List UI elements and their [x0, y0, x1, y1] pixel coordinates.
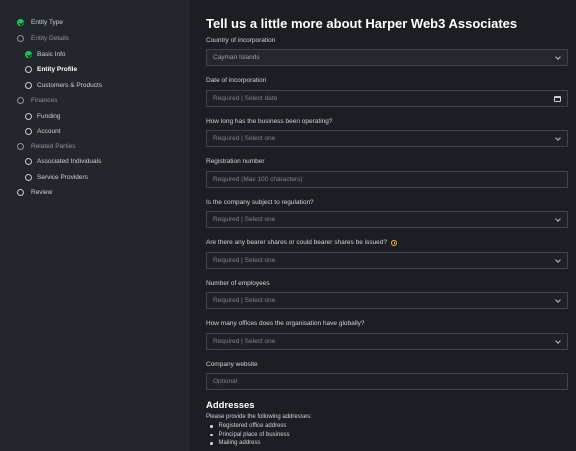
sidebar-section-related-parties[interactable]: Related Parties	[17, 143, 75, 150]
sidebar-nav: Entity Type Entity Details Basic Info En…	[0, 0, 190, 451]
field-label: Company website	[206, 361, 258, 368]
list-item: Mailing address	[210, 439, 290, 448]
addresses-description: Please provide the following addresses:	[206, 414, 312, 420]
sidebar-item-review[interactable]: Review	[17, 189, 52, 196]
select-value: Cayman Islands	[213, 54, 260, 61]
date-of-incorporation-input[interactable]: Required | Select date	[206, 90, 568, 107]
field-label: Number of employees	[206, 280, 270, 287]
sidebar-item-label: Associated Individuals	[37, 158, 102, 165]
info-icon[interactable]	[391, 239, 398, 246]
page-title: Tell us a little more about Harper Web3 …	[206, 16, 518, 31]
circle-icon	[25, 174, 32, 181]
circle-icon	[25, 66, 32, 73]
chevron-down-icon	[555, 256, 561, 263]
sidebar-item-label: Customers & Products	[37, 82, 103, 89]
field-label: How long has the business been operating…	[206, 118, 333, 125]
field-label: Country of incorporation	[206, 37, 276, 44]
sidebar-item-label: Basic Info	[37, 51, 66, 58]
sidebar-item-basic-info[interactable]: Basic Info	[25, 51, 66, 58]
chevron-down-icon	[555, 53, 561, 60]
field-label: How many offices does the organisation h…	[206, 320, 365, 327]
registration-number-input[interactable]: Required (Max 100 characters)	[206, 171, 568, 188]
chevron-down-icon	[555, 296, 561, 303]
number-of-employees-select[interactable]: Required | Select one	[206, 292, 568, 309]
sidebar-item-label: Entity Type	[31, 19, 64, 26]
company-website-input[interactable]: Optional	[206, 373, 568, 390]
global-offices-select[interactable]: Required | Select one	[206, 333, 568, 350]
circle-icon	[25, 82, 32, 89]
check-circle-icon	[25, 51, 32, 58]
circle-icon	[17, 143, 24, 150]
list-item: Registered office address	[210, 422, 290, 431]
circle-icon	[17, 97, 24, 104]
calendar-icon[interactable]	[554, 95, 561, 102]
sidebar-item-associated-individuals[interactable]: Associated Individuals	[25, 158, 101, 165]
chevron-down-icon	[555, 215, 561, 222]
field-placeholder: Required (Max 100 characters)	[213, 176, 303, 183]
addresses-heading: Addresses	[206, 400, 255, 411]
sidebar-section-finances[interactable]: Finances	[17, 97, 57, 104]
sidebar-item-funding[interactable]: Funding	[25, 113, 61, 120]
field-label-bearer-shares: Are there any bearer shares or could bea…	[206, 239, 398, 246]
field-placeholder: Required | Select date	[213, 95, 278, 102]
sidebar-item-label: Service Providers	[37, 174, 88, 181]
circle-icon	[17, 189, 24, 196]
country-of-incorporation-select[interactable]: Cayman Islands	[206, 49, 568, 66]
sidebar-item-label: Entity Profile	[37, 66, 78, 73]
field-placeholder: Required | Select one	[213, 338, 276, 345]
field-placeholder: Required | Select one	[213, 135, 276, 142]
sidebar-item-customers-products[interactable]: Customers & Products	[25, 82, 102, 89]
chevron-down-icon	[555, 134, 561, 141]
sidebar-section-entity-details[interactable]: Entity Details	[17, 35, 69, 42]
field-label: Are there any bearer shares or could bea…	[206, 239, 388, 246]
circle-icon	[17, 35, 24, 42]
field-label: Is the company subject to regulation?	[206, 199, 314, 206]
field-label: Registration number	[206, 158, 265, 165]
addresses-list: Registered office address Principal plac…	[210, 422, 290, 448]
field-placeholder: Required | Select one	[213, 257, 276, 264]
sidebar-item-label: Finances	[31, 97, 58, 104]
business-operating-duration-select[interactable]: Required | Select one	[206, 130, 568, 147]
subject-to-regulation-select[interactable]: Required | Select one	[206, 211, 568, 228]
sidebar-item-label: Entity Details	[31, 35, 69, 42]
field-placeholder: Optional	[213, 378, 238, 385]
main-form: Tell us a little more about Harper Web3 …	[190, 0, 576, 451]
sidebar-item-entity-profile[interactable]: Entity Profile	[25, 66, 77, 73]
circle-icon	[25, 128, 32, 135]
sidebar-item-label: Account	[37, 128, 61, 135]
sidebar-item-account[interactable]: Account	[25, 128, 61, 135]
sidebar-item-label: Funding	[37, 113, 61, 120]
chevron-down-icon	[555, 337, 561, 344]
sidebar-item-label: Review	[31, 189, 53, 196]
field-placeholder: Required | Select one	[213, 216, 276, 223]
sidebar-item-entity-type[interactable]: Entity Type	[17, 19, 63, 26]
circle-icon	[25, 113, 32, 120]
field-label: Date of incorporation	[206, 77, 267, 84]
sidebar-item-service-providers[interactable]: Service Providers	[25, 174, 88, 181]
bearer-shares-select[interactable]: Required | Select one	[206, 252, 568, 269]
check-circle-icon	[17, 19, 24, 26]
field-placeholder: Required | Select one	[213, 297, 276, 304]
circle-icon	[25, 158, 32, 165]
list-item: Principal place of business	[210, 431, 290, 440]
sidebar-item-label: Related Parties	[31, 143, 76, 150]
